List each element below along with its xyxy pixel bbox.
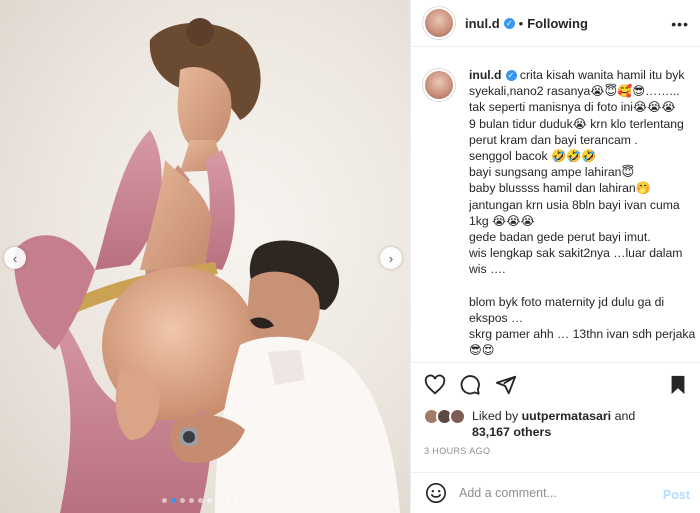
caption-line: inul.d ✓ crita kisah wanita hamil itu byk bbox=[469, 67, 689, 83]
liker-avatar bbox=[449, 408, 466, 425]
bookmark-icon[interactable] bbox=[667, 374, 689, 396]
caption-line bbox=[469, 278, 689, 294]
share-icon[interactable] bbox=[495, 374, 517, 396]
post-photo[interactable]: ‹ › bbox=[0, 0, 410, 513]
post-comment-button[interactable]: Post bbox=[663, 488, 690, 502]
heart-icon[interactable] bbox=[424, 374, 446, 396]
caption-line: wis …. bbox=[469, 262, 506, 277]
post-actions bbox=[411, 362, 700, 406]
emoji-icon[interactable] bbox=[425, 482, 447, 504]
caption-scroll-area[interactable]: inul.d ✓ crita kisah wanita hamil itu byk… bbox=[411, 60, 700, 358]
comment-icon[interactable] bbox=[459, 374, 481, 396]
following-button[interactable]: Following bbox=[527, 16, 588, 31]
carousel-dot bbox=[216, 498, 221, 503]
post-header: inul.d ✓ • Following ••• bbox=[411, 0, 700, 47]
author-username[interactable]: inul.d bbox=[465, 16, 500, 31]
carousel-prev-button[interactable]: ‹ bbox=[4, 247, 26, 269]
carousel-next-button[interactable]: › bbox=[380, 247, 402, 269]
caption-line: jantungan krn usia 8bln bayi ivan cuma bbox=[469, 197, 680, 212]
caption-line: tak seperti manisnya di foto ini😭😭😭 bbox=[469, 100, 676, 115]
caption-username[interactable]: inul.d bbox=[469, 68, 502, 82]
carousel-dot bbox=[225, 498, 230, 503]
carousel-dot bbox=[243, 498, 248, 503]
header-separator: • bbox=[518, 15, 524, 31]
caption-line: skrg pamer ahh … 13thn ivan sdh perjaka bbox=[469, 327, 696, 342]
instagram-post: ‹ › inul.d ✓ • Following ••• inul.d ✓ cri… bbox=[0, 0, 700, 513]
likes-count-link[interactable]: 83,167 others bbox=[472, 425, 551, 439]
caption-line-text: crita kisah wanita hamil itu byk bbox=[519, 68, 685, 82]
verified-badge-icon: ✓ bbox=[505, 70, 517, 82]
caption-line: syekali,nano2 rasanya😭😇🥰😎……... bbox=[469, 84, 680, 99]
post-details-panel: inul.d ✓ • Following ••• inul.d ✓ crita k… bbox=[410, 0, 700, 513]
caption-line: baby blussss hamil dan lahiran🤭 bbox=[469, 181, 651, 196]
likes-summary: Liked by uutpermatasari and 83,167 other… bbox=[423, 405, 693, 445]
liked-by-and: and bbox=[614, 409, 636, 423]
carousel-dot bbox=[180, 498, 185, 503]
liked-by-user-link[interactable]: uutpermatasari bbox=[522, 409, 612, 423]
caption-line: 1kg 😭😭😭 bbox=[469, 213, 535, 228]
caption-line: senggol bacok 🤣🤣🤣 bbox=[469, 149, 597, 164]
caption-author-avatar[interactable] bbox=[423, 69, 455, 101]
more-options-icon[interactable]: ••• bbox=[671, 16, 689, 32]
liked-by-avatars[interactable] bbox=[423, 408, 471, 428]
caption-line: ekspos … bbox=[469, 311, 524, 326]
carousel-indicator bbox=[0, 498, 410, 503]
comment-bar: Post bbox=[411, 472, 700, 513]
comment-input[interactable] bbox=[459, 486, 649, 500]
caption-line: bayi sungsang ampe lahiran😇 bbox=[469, 165, 635, 180]
post-timestamp[interactable]: 3 HOURS AGO bbox=[424, 446, 490, 456]
caption-line: 9 bulan tidur duduk😭 krn klo terlentang bbox=[469, 116, 684, 131]
likes-text: Liked by uutpermatasari and 83,167 other… bbox=[472, 408, 635, 440]
carousel-dot bbox=[162, 498, 167, 503]
liked-by-prefix: Liked by bbox=[472, 409, 519, 423]
carousel-dot bbox=[198, 498, 203, 503]
caption-line: 😎😍 bbox=[469, 343, 495, 358]
caption-line: wis lengkap sak sakit2nya …luar dalam bbox=[469, 246, 683, 261]
caption-line: perut kram dan bayi terancam . bbox=[469, 132, 638, 147]
maternity-photo-illustration bbox=[14, 18, 400, 513]
carousel-dot bbox=[207, 498, 212, 503]
carousel-dot bbox=[189, 498, 194, 503]
verified-badge-icon: ✓ bbox=[503, 17, 515, 29]
caption-line: gede badan gede perut bayi imut. bbox=[469, 230, 651, 245]
carousel-dot bbox=[171, 498, 176, 503]
caption-line: blom byk foto maternity jd dulu ga di bbox=[469, 294, 665, 309]
caption-text: inul.d ✓ crita kisah wanita hamil itu byk… bbox=[469, 67, 696, 358]
author-avatar[interactable] bbox=[423, 7, 455, 39]
carousel-dot bbox=[234, 498, 239, 503]
